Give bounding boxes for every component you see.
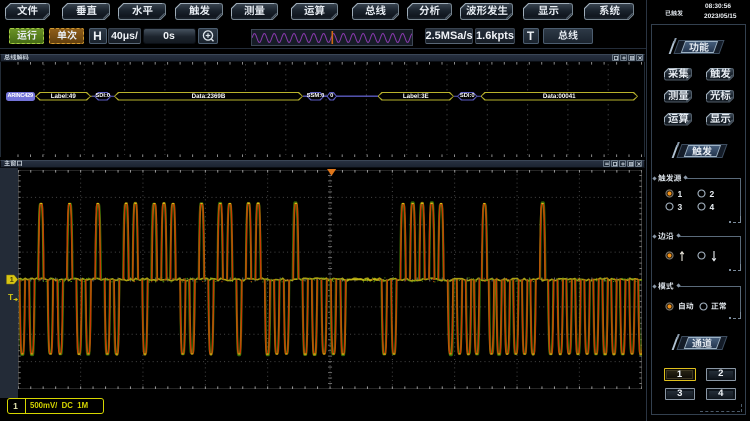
svg-text:1: 1 [9,275,13,284]
svg-text:T: T [8,292,14,302]
